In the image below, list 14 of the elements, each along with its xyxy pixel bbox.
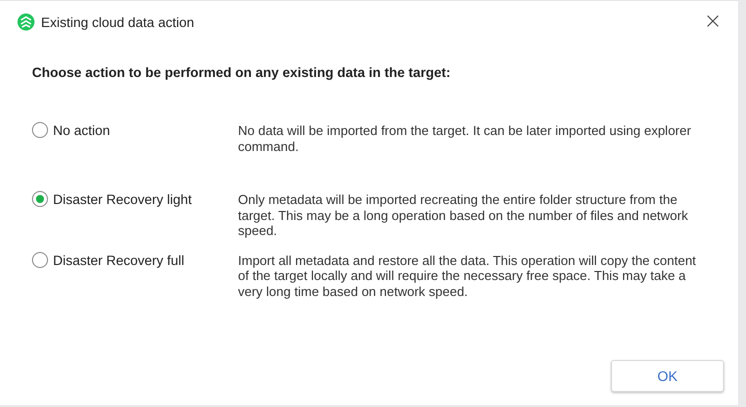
app-logo-icon (17, 13, 35, 31)
option-label[interactable]: Disaster Recovery full (53, 252, 184, 268)
close-button[interactable]: × (700, 11, 726, 33)
instruction-heading: Choose action to be performed on any existing data in the target: (31, 64, 452, 80)
option-description: Only metadata will be imported recreating the entire folder structure from the target. This may be a long operation based on the number of files and network speed. (238, 192, 689, 238)
window-title: Existing cloud data action (41, 14, 196, 30)
ok-button[interactable]: OK (611, 360, 724, 392)
option-label[interactable]: Disaster Recovery light (53, 192, 192, 207)
radio-button[interactable] (32, 122, 48, 138)
radio-button[interactable] (32, 252, 48, 268)
radio-button[interactable] (32, 191, 48, 207)
option-label[interactable]: No action (53, 123, 110, 138)
option-description: No data will be imported from the target. It can be later imported using explorer command. (238, 123, 692, 154)
option-description: Import all metadata and restore all the data. This operation will copy the content of the target locally and will require the necessary free space. This may take a very long time based on network speed. (238, 252, 697, 299)
